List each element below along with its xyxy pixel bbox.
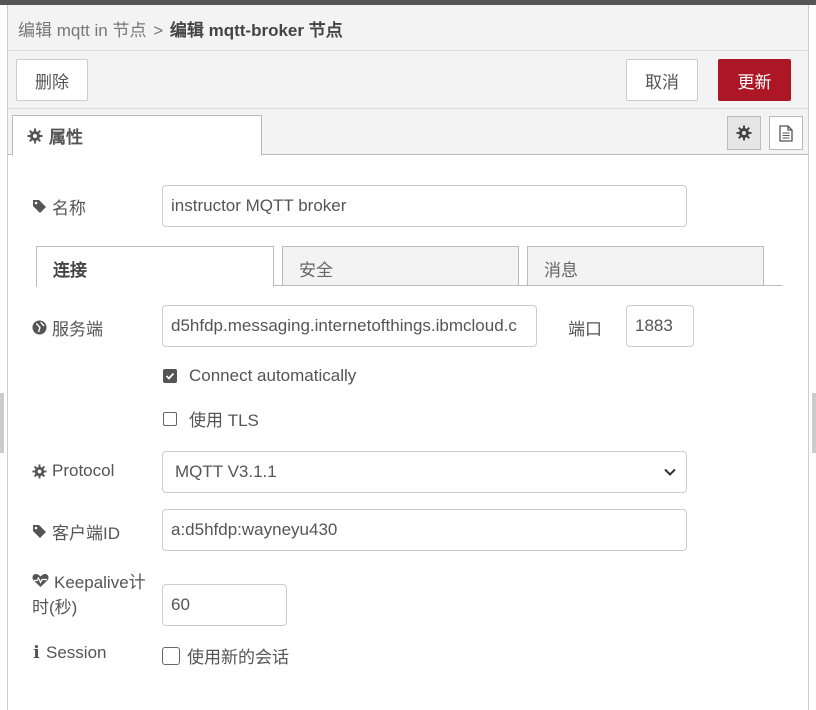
tabs-bar: 属性 — [8, 109, 808, 156]
name-input[interactable]: instructor MQTT broker — [162, 185, 687, 227]
use-tls-checkbox[interactable] — [163, 411, 177, 426]
name-label: 名称 — [32, 194, 86, 219]
delete-button[interactable]: 删除 — [16, 59, 88, 101]
session-row: 使用新的会话 — [162, 643, 289, 668]
server-label: 服务端 — [32, 315, 103, 340]
protocol-select-value: MQTT V3.1.1 — [175, 462, 277, 481]
description-tab-button[interactable] — [769, 116, 803, 150]
keepalive-input[interactable]: 60 — [162, 584, 287, 626]
connect-automatically-row: Connect automatically — [163, 366, 356, 386]
settings-tab-button[interactable] — [727, 116, 761, 150]
gear-icon — [32, 463, 47, 479]
session-label: i Session — [33, 643, 107, 663]
heartbeat-icon — [32, 573, 49, 588]
update-button[interactable]: 更新 — [718, 59, 791, 101]
gear-icon — [27, 128, 43, 144]
left-resize-grip[interactable] — [0, 393, 4, 453]
dialog-toolbar: 删除 取消 更新 — [8, 51, 808, 109]
breadcrumb: 编辑 mqtt in 节点 > 编辑 mqtt-broker 节点 — [8, 5, 808, 51]
protocol-label: Protocol — [32, 461, 114, 481]
breadcrumb-separator: > — [153, 21, 164, 40]
right-resize-grip[interactable] — [812, 393, 816, 453]
tab-properties-label: 属性 — [49, 128, 83, 147]
edit-dialog: 编辑 mqtt in 节点 > 编辑 mqtt-broker 节点 删除 取消 … — [7, 5, 809, 710]
chevron-down-icon — [664, 468, 676, 476]
connect-automatically-checkbox[interactable] — [163, 369, 177, 383]
server-input[interactable]: d5hfdp.messaging.internetofthings.ibmclo… — [162, 305, 537, 347]
tab-messages[interactable]: 消息 — [527, 246, 764, 286]
connect-automatically-label: Connect automatically — [189, 366, 357, 385]
client-id-label: 客户端ID — [32, 519, 120, 544]
gear-icon — [736, 125, 752, 141]
tab-properties[interactable]: 属性 — [12, 115, 262, 156]
use-tls-row: 使用 TLS — [163, 406, 259, 431]
cancel-button[interactable]: 取消 — [626, 59, 698, 101]
clean-session-label: 使用新的会话 — [187, 648, 289, 667]
port-label: 端口 — [568, 320, 602, 339]
port-input[interactable]: 1883 — [626, 305, 694, 347]
use-tls-label: 使用 TLS — [189, 411, 259, 430]
tag-icon — [32, 524, 47, 539]
info-icon: i — [33, 643, 40, 663]
document-icon — [779, 124, 793, 142]
tab-connection[interactable]: 连接 — [36, 246, 274, 287]
config-tabs: 连接 安全 消息 — [36, 245, 782, 287]
globe-icon — [32, 320, 47, 335]
keepalive-label-line2: 时(秒) — [32, 598, 78, 617]
protocol-select[interactable]: MQTT V3.1.1 — [162, 451, 687, 493]
keepalive-label: Keepalive计 — [32, 568, 146, 593]
clean-session-checkbox[interactable] — [162, 646, 180, 665]
breadcrumb-current: 编辑 mqtt-broker 节点 — [169, 21, 343, 40]
tab-security[interactable]: 安全 — [282, 246, 519, 286]
breadcrumb-parent[interactable]: 编辑 mqtt in 节点 — [18, 21, 146, 40]
client-id-input[interactable]: a:d5hfdp:wayneyu430 — [162, 509, 687, 551]
tag-icon — [32, 199, 47, 214]
